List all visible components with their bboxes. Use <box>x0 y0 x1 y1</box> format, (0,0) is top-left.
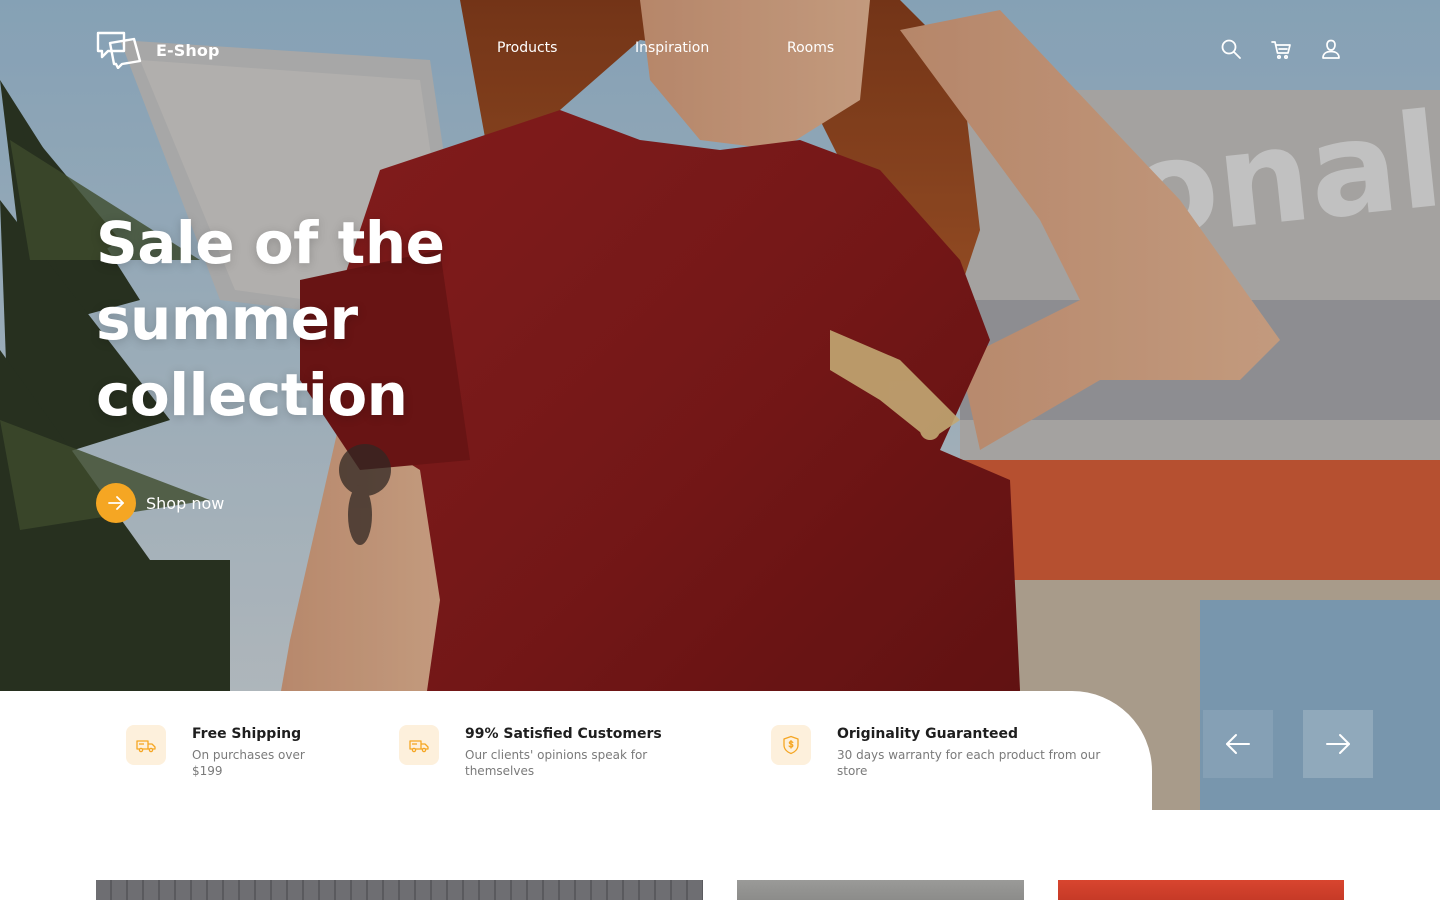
product-card-image[interactable] <box>1058 880 1344 900</box>
arrow-right-icon <box>108 496 124 510</box>
truck-icon <box>136 740 156 753</box>
feature-free-shipping: Free Shipping On purchases over $199 <box>126 725 366 779</box>
search-icon <box>1221 39 1241 59</box>
slider-next-button[interactable] <box>1303 710 1373 778</box>
slider-prev-button[interactable] <box>1203 710 1273 778</box>
nav-item-rooms[interactable]: Rooms <box>787 40 834 56</box>
shop-now-label: Shop now <box>146 493 225 513</box>
arrow-right-icon <box>1326 734 1350 754</box>
feature-description: Our clients' opinions speak for themselv… <box>465 748 648 778</box>
account-button[interactable] <box>1320 38 1342 60</box>
features-panel: Free Shipping On purchases over $199 99%… <box>0 691 1152 810</box>
feature-title: Free Shipping <box>192 726 302 742</box>
search-button[interactable] <box>1220 38 1242 60</box>
feature-title: 99% Satisfied Customers <box>465 726 662 742</box>
nav-item-inspiration[interactable]: Inspiration <box>635 40 709 56</box>
feature-icon-box <box>399 725 439 765</box>
feature-satisfied-customers: 99% Satisfied Customers Our clients' opi… <box>399 725 699 779</box>
feature-description: On purchases over $199 <box>192 748 305 778</box>
user-icon <box>1322 39 1340 59</box>
feature-description: 30 days warranty for each product from o… <box>837 748 1101 778</box>
site-header: E-Shop Products Inspiration Rooms <box>0 0 1440 100</box>
feature-icon-box <box>126 725 166 765</box>
arrow-left-icon <box>1226 734 1250 754</box>
feature-body: Free Shipping On purchases over $199 <box>192 725 322 779</box>
cart-icon <box>1271 41 1291 60</box>
product-card-image[interactable] <box>737 880 1024 900</box>
feature-title: Originality Guaranteed <box>837 726 1019 742</box>
feature-icon-box <box>771 725 811 765</box>
shop-now-button[interactable]: Shop now <box>96 483 224 523</box>
truck-icon <box>409 740 429 753</box>
shield-dollar-icon <box>783 735 799 755</box>
feature-originality-guaranteed: Originality Guaranteed 30 days warranty … <box>771 725 1121 779</box>
nav-item-products[interactable]: Products <box>497 40 557 56</box>
hero-title: Sale of the summer collection <box>96 209 445 429</box>
product-card-image[interactable] <box>96 880 703 900</box>
cart-button[interactable] <box>1270 38 1292 60</box>
feature-body: Originality Guaranteed 30 days warranty … <box>837 725 1117 779</box>
feature-body: 99% Satisfied Customers Our clients' opi… <box>465 725 665 779</box>
cta-circle <box>96 483 136 523</box>
